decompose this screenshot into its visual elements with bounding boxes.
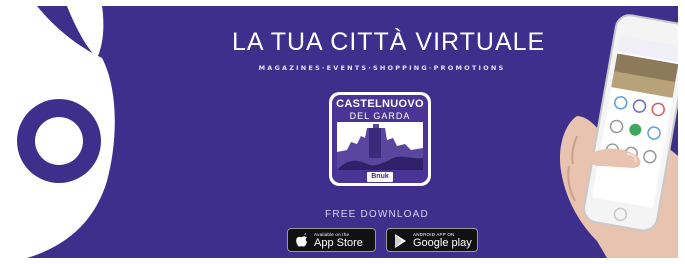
- phone-mockup: [547, 6, 678, 258]
- play-icon: [395, 234, 406, 248]
- promo-banner[interactable]: LA TUA CITTÀ VIRTUALE MAGAZINES·EVENTS·S…: [7, 6, 678, 258]
- headline: LA TUA CITTÀ VIRTUALE: [232, 28, 546, 56]
- app-icon-subtitle: DEL GARDA: [349, 111, 411, 121]
- app-store-label: App Store: [314, 237, 363, 249]
- page-frame: LA TUA CITTÀ VIRTUALE MAGAZINES·EVENTS·S…: [0, 0, 685, 264]
- free-download-label: FREE DOWNLOAD: [325, 209, 429, 220]
- app-icon-brand: Bnuk: [367, 172, 393, 182]
- owl-mascot-icon: [7, 6, 115, 258]
- apple-icon: [296, 233, 307, 247]
- tagline: MAGAZINES·EVENTS·SHOPPING·PROMOTIONS: [258, 64, 506, 72]
- google-play-label: Google play: [413, 237, 472, 249]
- app-icon[interactable]: CASTELNUOVO DEL GARDA Bnuk: [329, 92, 431, 186]
- app-store-button[interactable]: Available on the App Store: [287, 228, 376, 252]
- app-icon-title: CASTELNUOVO: [336, 98, 424, 110]
- google-play-button[interactable]: ANDROID APP ON Google play: [386, 228, 478, 252]
